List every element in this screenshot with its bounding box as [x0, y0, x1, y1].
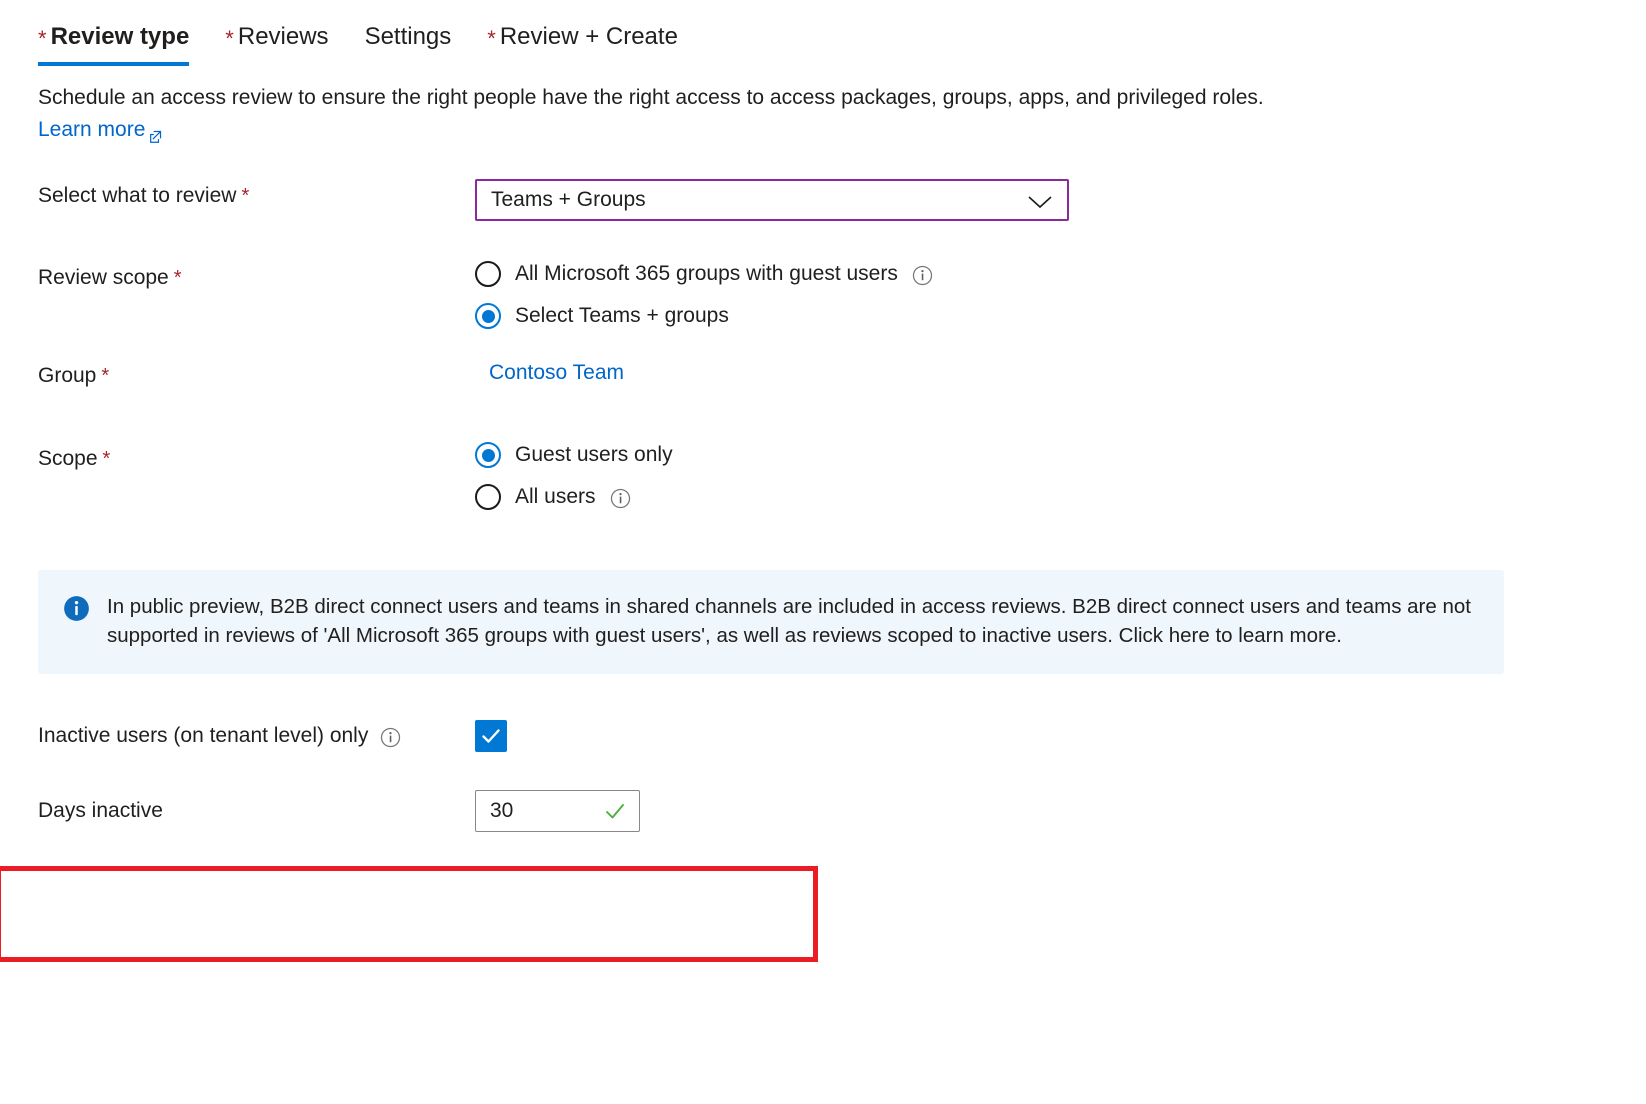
- radio-label: Guest users only: [515, 442, 673, 468]
- tab-settings[interactable]: Settings: [365, 22, 470, 66]
- chevron-down-icon: [1027, 192, 1053, 208]
- required-asterisk: *: [241, 185, 249, 207]
- required-asterisk: *: [38, 28, 47, 50]
- radio-select-teams-groups[interactable]: Select Teams + groups: [475, 303, 1646, 329]
- radio-indicator[interactable]: [475, 442, 501, 468]
- field-days-inactive: Days inactive 30: [0, 790, 1646, 832]
- days-inactive-input[interactable]: 30: [475, 790, 640, 832]
- tab-review-create-label: Review + Create: [500, 22, 678, 52]
- review-type-form: Select what to review* Teams + Groups Re…: [0, 179, 1646, 510]
- radio-guest-users-only[interactable]: Guest users only: [475, 442, 1646, 468]
- radio-label: Select Teams + groups: [515, 303, 729, 329]
- learn-more-link[interactable]: Learn more: [38, 115, 163, 145]
- wizard-tabs: * Review type * Reviews Settings * Revie…: [0, 0, 1646, 66]
- highlight-annotation-box: [0, 866, 818, 962]
- intro-description: Schedule an access review to ensure the …: [38, 82, 1646, 113]
- intro-section: Schedule an access review to ensure the …: [0, 66, 1646, 145]
- days-inactive-label: Days inactive: [38, 799, 475, 823]
- required-asterisk: *: [487, 28, 496, 50]
- group-label: Group*: [38, 359, 475, 390]
- info-icon[interactable]: [912, 265, 933, 286]
- select-what-to-review-value: Teams + Groups: [491, 188, 646, 212]
- inactive-users-checkbox[interactable]: [475, 720, 507, 752]
- external-link-icon: [148, 123, 163, 138]
- days-inactive-value[interactable]: 30: [490, 799, 513, 823]
- info-icon[interactable]: [380, 727, 401, 748]
- scope-label: Scope*: [38, 442, 475, 473]
- spacer: [0, 510, 1646, 570]
- inactive-users-label: Inactive users (on tenant level) only: [38, 724, 368, 748]
- checkmark-icon: [479, 724, 503, 748]
- inactive-users-label-group: Inactive users (on tenant level) only: [38, 724, 475, 748]
- radio-label: All users: [515, 484, 596, 510]
- group-value-link[interactable]: Contoso Team: [489, 359, 624, 385]
- radio-all-m365-groups-with-guest-users[interactable]: All Microsoft 365 groups with guest user…: [475, 261, 1646, 287]
- tab-review-type[interactable]: * Review type: [38, 22, 207, 66]
- required-asterisk: *: [103, 448, 111, 470]
- select-what-to-review-label: Select what to review*: [38, 179, 475, 210]
- review-scope-label: Review scope*: [38, 261, 475, 292]
- field-group: Group* Contoso Team: [38, 359, 1646, 390]
- tab-review-create[interactable]: * Review + Create: [487, 22, 696, 66]
- required-asterisk: *: [174, 267, 182, 289]
- radio-indicator[interactable]: [475, 261, 501, 287]
- tab-reviews-label: Reviews: [238, 22, 329, 52]
- required-asterisk: *: [225, 28, 234, 50]
- field-scope: Scope* Guest users only All users: [38, 442, 1646, 510]
- radio-all-users[interactable]: All users: [475, 484, 1646, 510]
- field-inactive-users-only: Inactive users (on tenant level) only: [0, 706, 1646, 766]
- tab-settings-label: Settings: [365, 22, 452, 52]
- radio-indicator[interactable]: [475, 484, 501, 510]
- tab-review-type-label: Review type: [51, 22, 190, 52]
- info-icon[interactable]: [610, 488, 631, 509]
- field-select-what-to-review: Select what to review* Teams + Groups: [38, 179, 1646, 221]
- select-what-to-review-dropdown[interactable]: Teams + Groups: [475, 179, 1069, 221]
- field-review-scope: Review scope* All Microsoft 365 groups w…: [38, 261, 1646, 329]
- tab-reviews[interactable]: * Reviews: [225, 22, 346, 66]
- valid-checkmark-icon: [603, 799, 627, 823]
- radio-indicator[interactable]: [475, 303, 501, 329]
- info-filled-icon: [63, 595, 90, 622]
- learn-more-label: Learn more: [38, 115, 145, 145]
- required-asterisk: *: [101, 365, 109, 387]
- preview-info-banner-text: In public preview, B2B direct connect us…: [107, 592, 1478, 650]
- radio-label: All Microsoft 365 groups with guest user…: [515, 261, 898, 287]
- preview-info-banner: In public preview, B2B direct connect us…: [38, 570, 1504, 674]
